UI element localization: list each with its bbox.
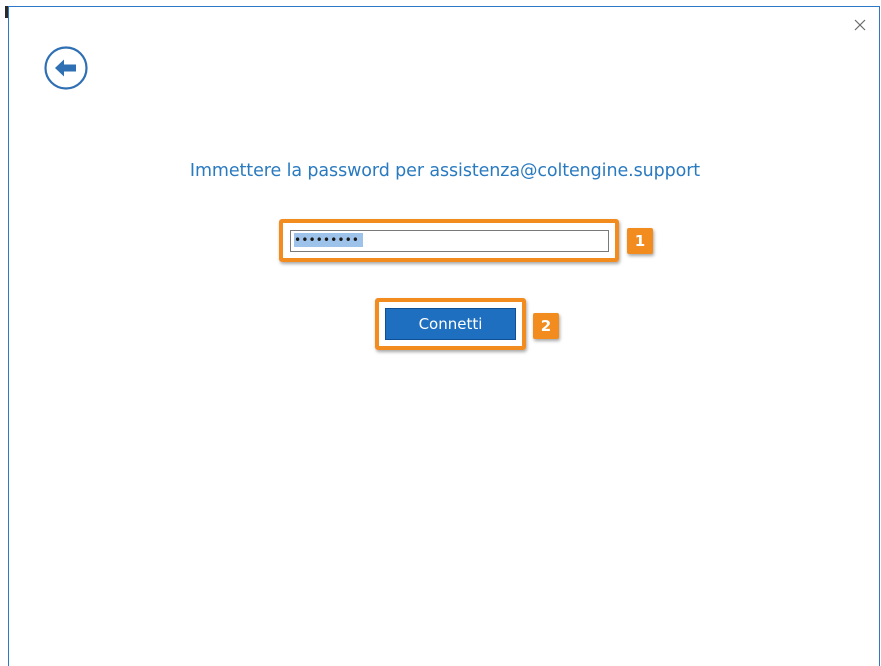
back-button[interactable] — [43, 45, 89, 91]
connect-button[interactable]: Connetti — [385, 308, 516, 340]
connect-button-highlight: Connetti — [375, 298, 526, 350]
step-badge-1: 1 — [627, 228, 653, 254]
password-input[interactable]: ••••••••• — [290, 230, 609, 252]
password-prompt-label: Immettere la password per assistenza@col… — [189, 161, 701, 181]
account-setup-dialog: Immettere la password per assistenza@col… — [8, 6, 880, 666]
back-arrow-circle-icon — [44, 46, 88, 90]
step-badge-2: 2 — [533, 313, 559, 339]
password-masked-value: ••••••••• — [294, 233, 364, 247]
password-field-highlight: ••••••••• — [279, 219, 619, 262]
close-button[interactable] — [851, 16, 869, 34]
close-x-icon — [854, 19, 866, 31]
